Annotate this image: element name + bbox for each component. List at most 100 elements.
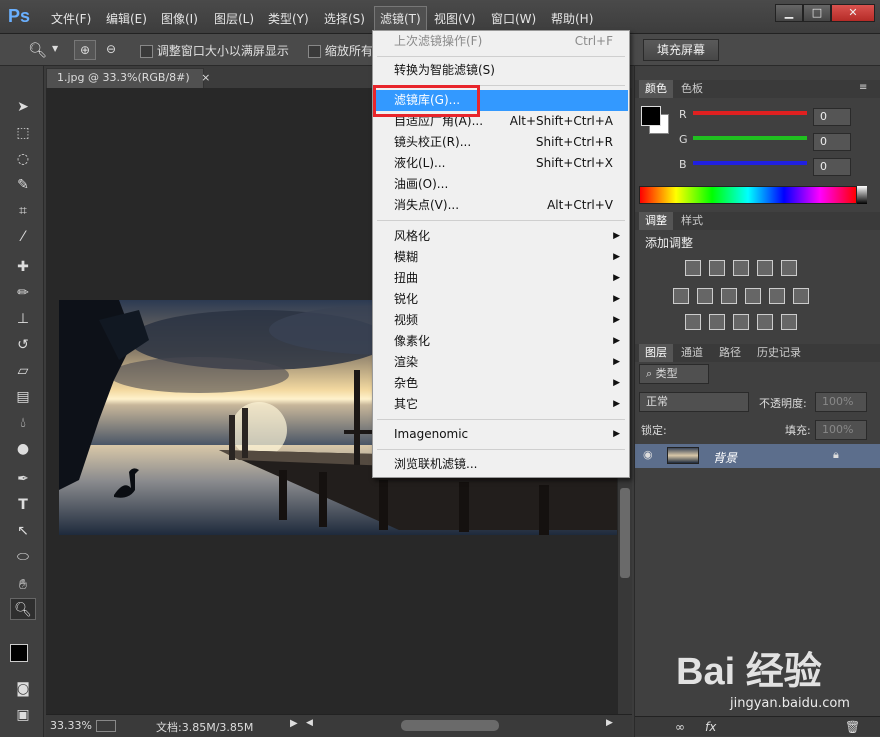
channel-mixer-icon[interactable] [769,288,785,304]
posterize-icon[interactable] [709,314,725,330]
eraser-tool-icon[interactable]: ▱ [10,360,36,382]
brightness-icon[interactable] [685,260,701,276]
screen-mode-icon[interactable]: ▣ [10,704,36,726]
curves-icon[interactable] [733,260,749,276]
trash-icon[interactable]: 🗑︎ [845,720,860,734]
zoom-out-icon[interactable]: ⊖ [100,40,122,60]
zoom-all-checkbox[interactable] [308,45,321,58]
eye-icon[interactable]: ◉ [643,448,653,461]
healing-brush-tool-icon[interactable]: ✚ [10,256,36,278]
channel-r-slider[interactable] [693,111,807,115]
minimize-button[interactable]: ▁ [775,4,803,22]
tab-channels[interactable]: 通道 [675,344,709,362]
submenu-pixelate[interactable]: 像素化 ▶ [374,331,628,352]
menu-type[interactable]: 类型(Y) [268,10,309,27]
shape-tool-icon[interactable]: ⬭ [10,546,36,568]
menu-select[interactable]: 选择(S) [324,10,365,27]
stamp-tool-icon[interactable]: ⊥ [10,308,36,330]
channel-r-value[interactable]: 0 [813,108,851,126]
foreground-color-swatch[interactable] [641,106,661,126]
liquify-item[interactable]: 液化(L)... Shift+Ctrl+X [374,153,628,174]
channel-b-value[interactable]: 0 [813,158,851,176]
dodge-tool-icon[interactable]: ● [10,438,36,460]
document-tab[interactable]: 1.jpg @ 33.3%(RGB/8#) × [46,68,210,88]
tab-layers[interactable]: 图层 [639,344,673,362]
smart-filter-item[interactable]: 转换为智能滤镜(S) [374,60,628,81]
blend-mode-select[interactable]: 正常 [639,392,749,412]
link-icon[interactable]: ∞ [675,720,685,734]
grayscale-ramp[interactable] [857,186,867,204]
lens-correction-item[interactable]: 镜头校正(R)... Shift+Ctrl+R [374,132,628,153]
vibrance-icon[interactable] [781,260,797,276]
lasso-tool-icon[interactable]: ◌ [10,148,36,170]
selective-color-icon[interactable] [757,314,773,330]
scroll-right-icon[interactable]: ▶ [606,718,613,728]
menu-window[interactable]: 窗口(W) [491,10,536,27]
fill-screen-button[interactable]: 填充屏幕 [643,39,719,61]
menu-image[interactable]: 图像(I) [161,10,198,27]
submenu-blur[interactable]: 模糊 ▶ [374,247,628,268]
submenu-video[interactable]: 视频 ▶ [374,310,628,331]
opacity-input[interactable]: 100% [815,392,867,412]
fill-input[interactable]: 100% [815,420,867,440]
menu-view[interactable]: 视图(V) [434,10,476,27]
menu-file[interactable]: 文件(F) [51,10,91,27]
color-balance-icon[interactable] [697,288,713,304]
gradient-map-icon[interactable] [781,314,797,330]
history-brush-tool-icon[interactable]: ↺ [10,334,36,356]
foreground-color-swatch[interactable] [10,644,28,662]
crop-tool-icon[interactable]: ⌗ [10,200,36,222]
channel-g-slider[interactable] [693,136,807,140]
layer-row[interactable]: ◉ 背景 🔒︎ [635,444,880,468]
submenu-distort[interactable]: 扭曲 ▶ [374,268,628,289]
pen-tool-icon[interactable]: ✒ [10,468,36,490]
submenu-stylize[interactable]: 风格化 ▶ [374,226,628,247]
channel-b-slider[interactable] [693,161,807,165]
resize-window-checkbox[interactable] [140,45,153,58]
brush-tool-icon[interactable]: ✏ [10,282,36,304]
levels-icon[interactable] [709,260,725,276]
layer-filter-select[interactable]: ⌕ 类型 [639,364,709,384]
tab-styles[interactable]: 样式 [675,212,709,230]
color-spectrum[interactable] [639,186,857,204]
tab-swatches[interactable]: 色板 [675,80,709,98]
threshold-icon[interactable] [733,314,749,330]
last-filter-item[interactable]: 上次滤镜操作(F) Ctrl+F [374,31,628,52]
close-window-button[interactable]: ✕ [831,4,875,22]
zoom-level[interactable]: 33.33% [50,719,92,732]
submenu-render[interactable]: 渲染 ▶ [374,352,628,373]
invert-icon[interactable] [685,314,701,330]
submenu-imagenomic[interactable]: Imagenomic ▶ [374,424,628,445]
resize-window-option[interactable]: 调整窗口大小以满屏显示 [140,42,289,59]
blur-tool-icon[interactable]: 💧︎ [10,412,36,434]
channel-g-value[interactable]: 0 [813,133,851,151]
status-menu-arrow-icon[interactable]: ▶ [290,718,298,729]
zoom-all-option[interactable]: 缩放所有 [308,42,373,59]
zoom-tool-icon[interactable]: 🔍︎ [28,41,47,59]
maximize-button[interactable]: □ [803,4,831,22]
oil-paint-item[interactable]: 油画(O)... [374,174,628,195]
exposure-icon[interactable] [757,260,773,276]
layer-name[interactable]: 背景 [713,449,737,466]
horizontal-scrollbar-thumb[interactable] [401,720,499,731]
quick-select-tool-icon[interactable]: ✎ [10,174,36,196]
vertical-scrollbar-thumb[interactable] [620,488,630,578]
tab-adjustments[interactable]: 调整 [639,212,673,230]
scroll-left-icon[interactable]: ◀ [306,718,313,728]
close-tab-icon[interactable]: × [201,71,210,84]
hand-tool-icon[interactable]: ✋︎ [10,574,36,596]
photo-filter-icon[interactable] [745,288,761,304]
hue-saturation-icon[interactable] [673,288,689,304]
fx-icon[interactable]: fx [705,720,716,734]
quick-mask-icon[interactable]: ◙ [10,678,36,700]
menu-filter[interactable]: 滤镜(T) [374,6,427,31]
tab-paths[interactable]: 路径 [713,344,747,362]
menu-help[interactable]: 帮助(H) [551,10,593,27]
submenu-noise[interactable]: 杂色 ▶ [374,373,628,394]
submenu-other[interactable]: 其它 ▶ [374,394,628,415]
vanishing-point-item[interactable]: 消失点(V)... Alt+Ctrl+V [374,195,628,216]
type-tool-icon[interactable]: T [10,494,36,516]
browse-filters-online-item[interactable]: 浏览联机滤镜... [374,454,628,475]
color-lookup-icon[interactable] [793,288,809,304]
panel-menu-icon[interactable]: ≡ [859,82,867,93]
